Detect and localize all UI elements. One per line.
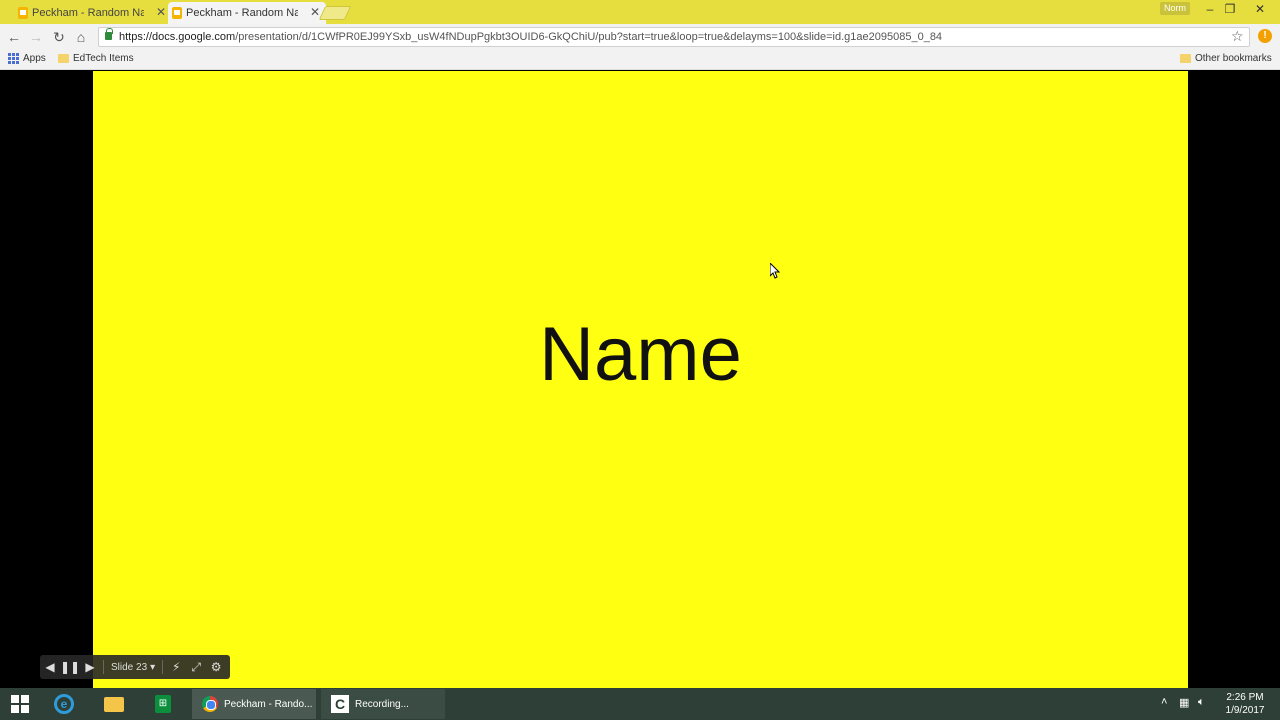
screencast-icon: C (331, 695, 349, 713)
previous-slide-icon[interactable]: ◀ (40, 660, 60, 674)
slide-number-label: Slide 23 (111, 661, 148, 673)
address-bar[interactable]: https://docs.google.com/presentation/d/1… (98, 27, 1250, 47)
folder-icon (104, 696, 124, 712)
separator (162, 660, 164, 674)
taskbar-chrome-window[interactable]: Peckham - Rando... (192, 689, 316, 719)
taskbar-app-label: Peckham - Rando... (224, 698, 313, 710)
file-explorer-button[interactable] (94, 690, 134, 718)
clock-time: 2:26 PM (1226, 692, 1264, 703)
start-button[interactable] (0, 690, 40, 718)
internet-explorer-icon: e (54, 694, 74, 714)
bookmark-label: Apps (23, 53, 46, 64)
bookmarks-bar: Apps EdTech Items Other bookmarks (0, 50, 1280, 70)
windows-taskbar: e ⊞ Peckham - Rando... C Recording... ˄ … (0, 688, 1280, 720)
bookmark-edtech-items[interactable]: EdTech Items (58, 53, 134, 64)
apps-grid-icon (8, 53, 19, 64)
forward-arrow-icon[interactable]: → (27, 28, 45, 46)
tab-close-icon[interactable]: ✕ (310, 5, 320, 19)
spreadsheet-app-icon: ⊞ (155, 695, 171, 713)
tab-title: Peckham - Random Nam (32, 7, 144, 19)
tab-strip: Peckham - Random Nam ✕ Peckham - Random … (0, 0, 1280, 24)
system-clock[interactable]: 2:26 PM 1/9/2017 (1216, 691, 1274, 717)
tab-peckham-1[interactable]: Peckham - Random Nam ✕ (14, 2, 172, 24)
slide-title: Name (539, 312, 742, 397)
separator (103, 660, 104, 674)
tab-peckham-2[interactable]: Peckham - Random Nam ✕ (168, 2, 326, 24)
laser-pointer-icon[interactable]: ⚡ (166, 660, 186, 674)
pause-icon[interactable]: ❚❚ (60, 660, 80, 674)
folder-icon (58, 54, 69, 63)
browser-toolbar: ← → ↻ ⌂ https://docs.google.com/presenta… (0, 24, 1280, 50)
slides-favicon-icon (18, 7, 28, 19)
chevron-down-icon: ▾ (150, 661, 156, 673)
slide-selector[interactable]: Slide 23 ▾ (107, 662, 159, 673)
bookmark-label: Other bookmarks (1195, 53, 1272, 64)
settings-gear-icon[interactable]: ⚙ (206, 660, 226, 674)
presentation-stage: Name (0, 71, 1280, 688)
next-slide-icon[interactable]: ▶ (80, 660, 100, 674)
tab-title: Peckham - Random Nam (186, 7, 298, 19)
folder-icon (1180, 54, 1191, 63)
new-tab-button[interactable] (318, 6, 352, 20)
clock-date: 1/9/2017 (1225, 705, 1265, 716)
internet-explorer-button[interactable]: e (44, 690, 84, 718)
bookmark-label: EdTech Items (73, 53, 134, 64)
lock-icon (105, 28, 113, 40)
store-button[interactable]: ⊞ (143, 690, 183, 718)
taskbar-app-label: Recording... (355, 698, 409, 710)
bookmark-star-icon[interactable]: ☆ (1231, 28, 1244, 45)
minimize-icon[interactable]: – (1200, 2, 1220, 16)
url-host: https://docs.google.com (119, 31, 236, 43)
bookmark-apps[interactable]: Apps (8, 53, 46, 64)
tab-close-icon[interactable]: ✕ (156, 5, 166, 19)
windows-logo-icon (11, 695, 29, 713)
slideshow-controls: ◀ ❚❚ ▶ Slide 23 ▾ ⚡ ⤢ ⚙ (40, 655, 230, 679)
taskbar-recording-window[interactable]: C Recording... (321, 689, 445, 719)
slide[interactable]: Name (93, 71, 1188, 688)
reload-icon[interactable]: ↻ (50, 28, 68, 46)
restore-icon[interactable]: ❐ (1220, 2, 1240, 16)
fullscreen-icon[interactable]: ⤢ (186, 660, 206, 675)
slides-favicon-icon (172, 7, 182, 19)
home-icon[interactable]: ⌂ (72, 28, 90, 46)
volume-icon[interactable]: 🔈︎ (1198, 696, 1205, 709)
extension-icon[interactable]: ! (1258, 29, 1272, 43)
back-arrow-icon[interactable]: ← (5, 28, 23, 46)
bookmark-other[interactable]: Other bookmarks (1180, 53, 1272, 64)
url-path: /presentation/d/1CWfPR0EJ99YSxb_usW4fNDu… (235, 31, 943, 43)
chrome-icon (202, 696, 218, 712)
network-icon[interactable]: ▦ (1179, 696, 1189, 709)
profile-button[interactable]: Norm (1160, 2, 1190, 15)
tray-overflow-icon[interactable]: ˄ (1161, 696, 1167, 708)
window-close-icon[interactable]: ✕ (1250, 2, 1270, 16)
